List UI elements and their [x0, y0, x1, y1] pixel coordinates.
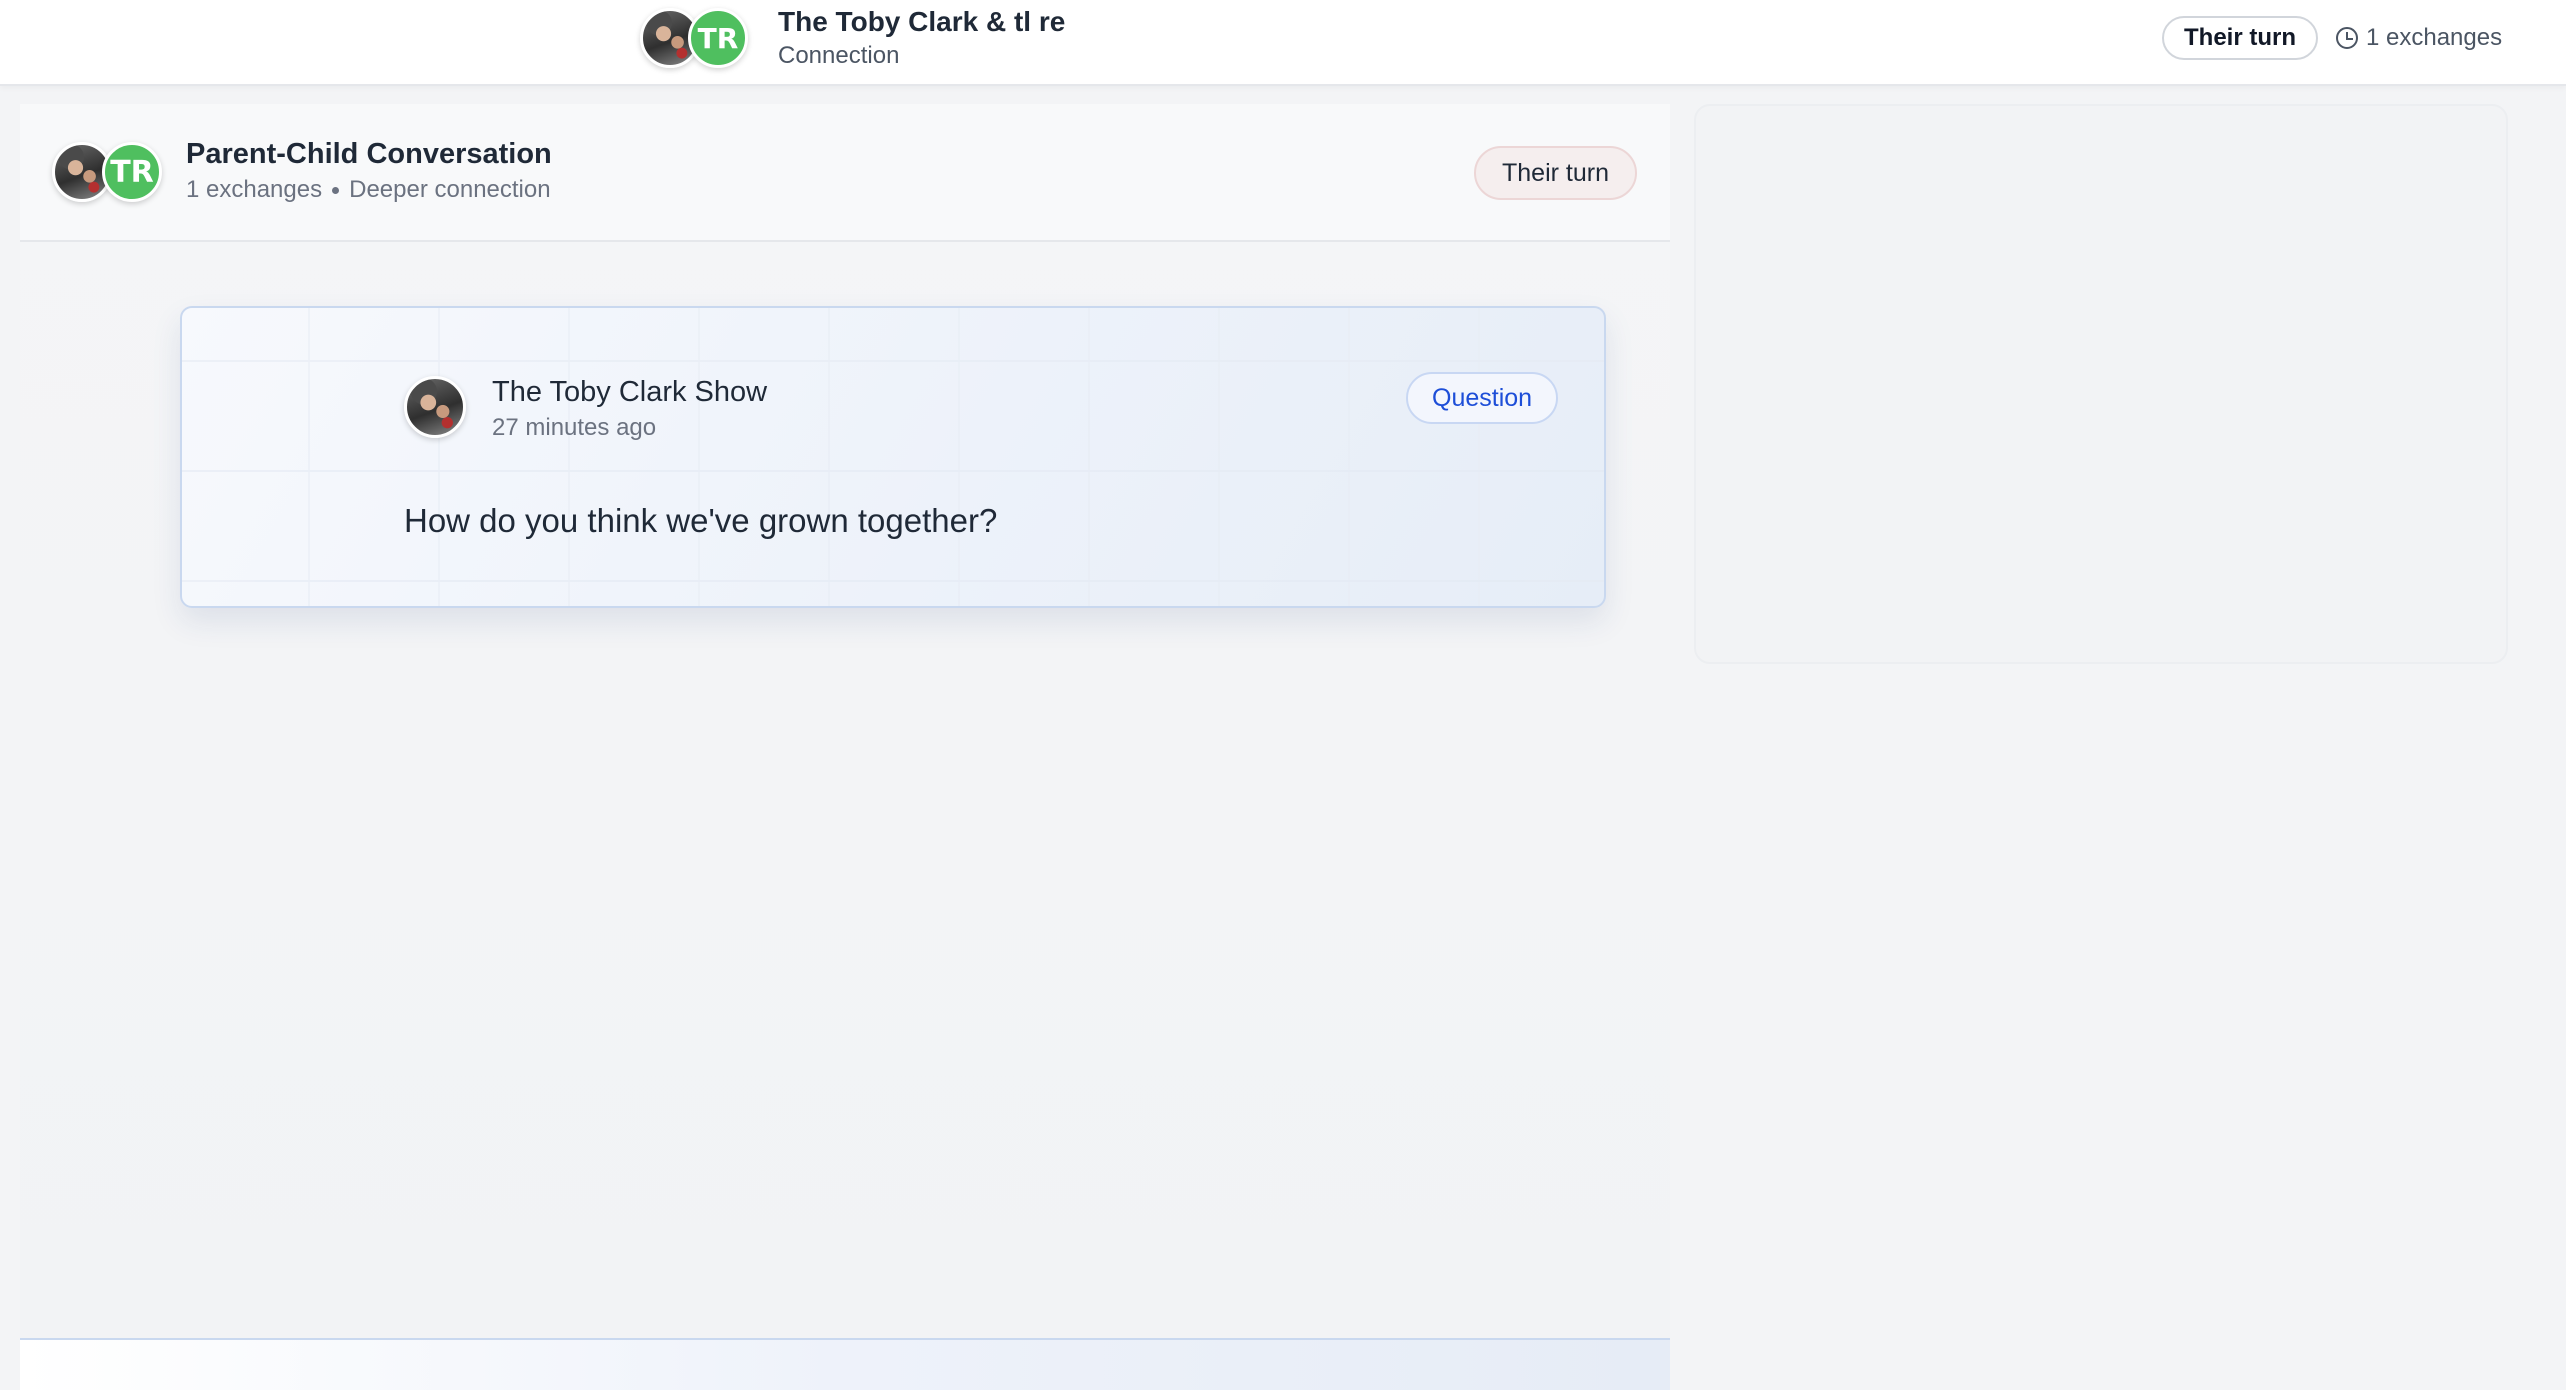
clock-icon	[2336, 27, 2358, 49]
reply-area[interactable]	[20, 1338, 1670, 1390]
conversation-exchanges: 1 exchanges	[186, 176, 323, 203]
turn-status-badge: Their turn	[2162, 16, 2318, 60]
conversation-turn-badge: Their turn	[1474, 146, 1637, 200]
conversation-avatars: TR	[52, 142, 162, 202]
message-card[interactable]: The Toby Clark Show 27 minutes ago Quest…	[180, 306, 1606, 608]
side-panel	[1694, 104, 2508, 664]
conversation-panel: TR Parent-Child Conversation 1 exchanges…	[20, 104, 1670, 1390]
avatar-initials: TR	[688, 8, 748, 68]
conversation-title: Parent-Child Conversation	[186, 138, 552, 170]
message-author-avatar	[404, 376, 466, 438]
participant-avatars[interactable]: TR	[640, 8, 748, 68]
card-grid-pattern	[182, 308, 1604, 606]
avatar-initials: TR	[102, 142, 162, 202]
top-header: TR The Toby Clark & tl re Connection The…	[0, 0, 2566, 86]
connection-title: The Toby Clark & tl re	[778, 6, 1066, 37]
message-timestamp: 27 minutes ago	[492, 414, 657, 441]
exchange-count-label: 1 exchanges	[2366, 24, 2503, 51]
message-author: The Toby Clark Show	[492, 376, 768, 408]
question-badge: Question	[1406, 372, 1559, 424]
bullet-separator	[332, 186, 340, 194]
conversation-header: TR Parent-Child Conversation 1 exchanges…	[20, 104, 1670, 242]
message-text: How do you think we've grown together?	[404, 502, 998, 539]
page: TR The Toby Clark & tl re Connection The…	[0, 0, 2566, 1390]
connection-subtitle: Connection	[778, 42, 900, 69]
conversation-meta: 1 exchanges Deeper connection	[186, 176, 551, 204]
conversation-type: Deeper connection	[349, 176, 551, 203]
exchange-count: 1 exchanges	[2336, 20, 2502, 56]
